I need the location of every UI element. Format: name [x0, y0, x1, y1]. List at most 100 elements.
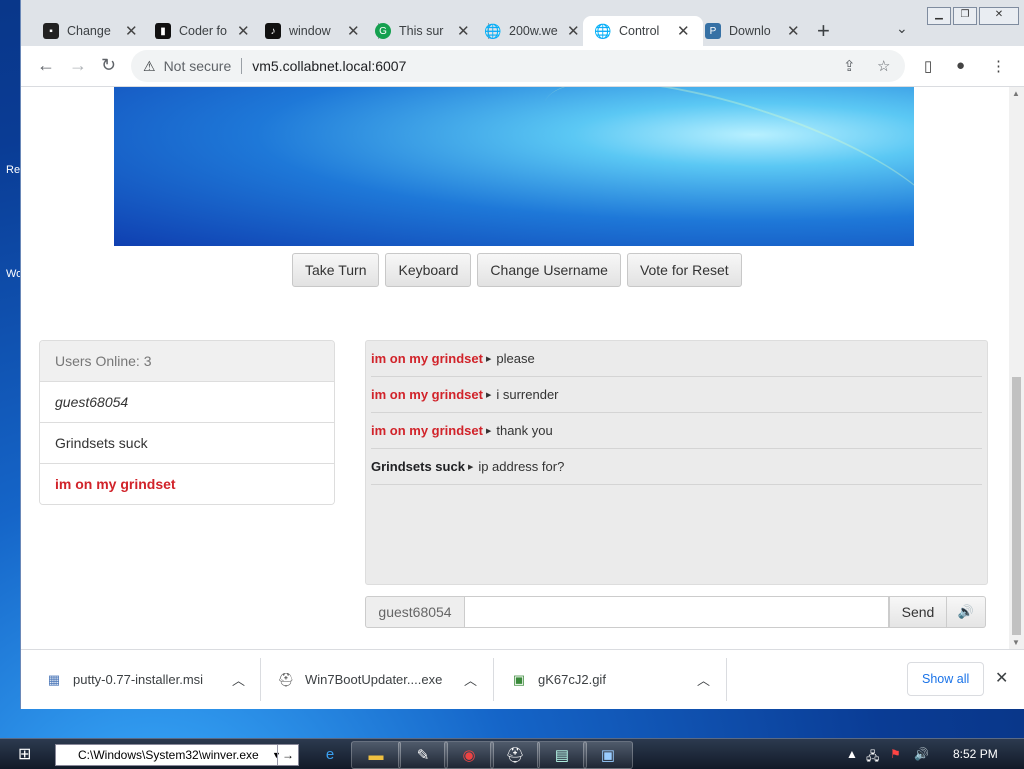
taskbar-clock[interactable]: 8:52 PM	[953, 747, 998, 761]
users-online-panel: Users Online: 3 guest68054 Grindsets suc…	[39, 340, 335, 505]
code-icon: ▮	[155, 23, 171, 39]
tab-control[interactable]: 🌐 Control ✕	[583, 16, 703, 46]
chat-username: im on my grindset	[371, 423, 483, 438]
chat-username-label: guest68054	[365, 596, 465, 628]
url-text[interactable]: vm5.collabnet.local:6007	[252, 58, 406, 74]
new-tab-plus-icon[interactable]: +	[817, 18, 830, 44]
windows-taskbar: ⊞ C:\Windows\System32\winver.exe ▼ → e ▬…	[0, 738, 1024, 769]
image-icon: ▣	[512, 671, 526, 687]
page-content: Take Turn Keyboard Change Username Vote …	[21, 87, 1009, 649]
take-turn-button[interactable]: Take Turn	[292, 253, 380, 287]
close-icon[interactable]: ✕	[457, 22, 470, 40]
share-icon[interactable]: ⇪	[843, 57, 856, 75]
action-center-flag-icon[interactable]: ⚑	[890, 747, 901, 761]
desktop-label-word[interactable]: Wo	[6, 268, 22, 280]
bookmark-star-icon[interactable]: ☆	[877, 57, 890, 75]
user-item[interactable]: guest68054	[40, 382, 334, 423]
tray-expand-icon[interactable]: ▲	[846, 747, 858, 761]
taskbar-address-toolbar[interactable]: C:\Windows\System32\winver.exe ▼ →	[55, 744, 299, 766]
close-icon[interactable]: ✕	[237, 22, 250, 40]
chevron-down-icon[interactable]: ⌄	[896, 20, 908, 37]
browser-window: ▪ Change ✕ ▮ Coder fo ✕ ♪ window ✕ G Thi…	[21, 0, 1024, 709]
tab-coder[interactable]: ▮ Coder fo ✕	[155, 16, 269, 46]
chat-message: im on my grindset ▶ please	[371, 341, 982, 377]
chat-message: im on my grindset ▶ i surrender	[371, 377, 982, 413]
vm-screen[interactable]	[114, 87, 914, 246]
scroll-up-icon[interactable]: ▲	[1012, 89, 1020, 98]
address-bar[interactable]: ⚠ Not secure vm5.collabnet.local:6007 ⇪ …	[131, 50, 905, 82]
network-icon[interactable]: 🖧	[866, 747, 879, 768]
msi-icon: ▦	[47, 671, 61, 687]
menu-kebab-icon[interactable]: ⋮	[991, 57, 1006, 75]
tab-label: 200w.we	[509, 24, 558, 38]
tab-label: Control	[619, 24, 660, 38]
globe-icon: 🌐	[484, 22, 502, 39]
maximize-button[interactable]: ❐	[953, 7, 977, 25]
security-label[interactable]: Not secure	[164, 58, 232, 74]
download-item[interactable]: ▦ putty-0.77-installer.msi ︿	[45, 650, 245, 709]
scroll-down-icon[interactable]: ▼	[1012, 638, 1020, 647]
page-scrollbar[interactable]: ▲ ▼	[1009, 87, 1024, 649]
chevron-up-icon[interactable]: ︿	[464, 670, 477, 689]
chevron-up-icon[interactable]: ︿	[697, 670, 710, 689]
tab-this-sur[interactable]: G This sur ✕	[375, 16, 489, 46]
paint-icon[interactable]: ✎	[398, 741, 448, 769]
divider	[493, 658, 494, 701]
forward-arrow-icon[interactable]: →	[69, 55, 87, 76]
chat-message: Grindsets suck ▶ ip address for?	[371, 449, 982, 485]
volume-icon[interactable]: 🔊	[947, 596, 986, 628]
show-all-button[interactable]: Show all	[907, 662, 985, 696]
chat-username: im on my grindset	[371, 351, 483, 366]
arrow-icon: ▶	[485, 355, 492, 363]
close-window-button[interactable]: ✕	[979, 7, 1019, 25]
helmet-app-icon[interactable]: ⛑	[490, 741, 540, 769]
vote-reset-button[interactable]: Vote for Reset	[626, 253, 742, 287]
desktop-label-recycle[interactable]: Re	[6, 164, 20, 176]
user-item[interactable]: im on my grindset	[40, 464, 334, 504]
tab-download[interactable]: P Downlo ✕	[705, 16, 817, 46]
chrome-icon[interactable]: ◉	[444, 741, 494, 769]
reload-icon[interactable]: ↻	[101, 55, 116, 76]
go-arrow-icon[interactable]: →	[277, 745, 298, 765]
volume-icon[interactable]: 🔊	[914, 747, 929, 761]
chat-message-input[interactable]	[465, 596, 889, 628]
chat-text: thank you	[496, 423, 553, 438]
back-arrow-icon[interactable]: ←	[37, 55, 55, 76]
user-item[interactable]: Grindsets suck	[40, 423, 334, 464]
grammarly-icon: G	[375, 23, 391, 39]
divider	[241, 58, 243, 74]
close-icon[interactable]: ✕	[787, 22, 800, 40]
address-text[interactable]: C:\Windows\System32\winver.exe	[56, 748, 268, 762]
chat-username: Grindsets suck	[371, 459, 465, 474]
chevron-up-icon[interactable]: ︿	[232, 670, 245, 689]
close-icon[interactable]: ✕	[125, 22, 138, 40]
notepad-icon[interactable]: ▤	[537, 741, 587, 769]
browser-toolbar: ← → ↻ ⚠ Not secure vm5.collabnet.local:6…	[21, 46, 1024, 87]
winver-icon[interactable]: ▣	[583, 741, 633, 769]
send-button[interactable]: Send	[889, 596, 947, 628]
keyboard-button[interactable]: Keyboard	[385, 253, 472, 287]
explorer-icon[interactable]: ▬	[351, 741, 401, 769]
close-icon[interactable]: ✕	[347, 22, 360, 40]
download-item[interactable]: ⛑ Win7BootUpdater....exe ︿	[277, 650, 477, 709]
minimize-button[interactable]: ▁	[927, 7, 951, 25]
tab-window[interactable]: ♪ window ✕	[265, 16, 379, 46]
close-icon[interactable]: ✕	[677, 22, 690, 40]
close-icon[interactable]: ✕	[995, 668, 1008, 688]
tab-change[interactable]: ▪ Change ✕	[43, 16, 157, 46]
profile-avatar-icon[interactable]: ●	[956, 57, 965, 74]
windows-start-icon[interactable]: ⊞	[18, 744, 31, 764]
edge-icon[interactable]: e	[306, 741, 354, 767]
close-icon[interactable]: ✕	[567, 22, 580, 40]
download-filename: Win7BootUpdater....exe	[305, 672, 443, 687]
tab-200w[interactable]: 🌐 200w.we ✕	[484, 16, 597, 46]
users-online-header: Users Online: 3	[40, 341, 334, 382]
change-username-button[interactable]: Change Username	[477, 253, 621, 287]
chat-text: ip address for?	[478, 459, 565, 474]
download-item[interactable]: ▣ gK67cJ2.gif ︿	[510, 650, 710, 709]
scroll-thumb[interactable]	[1012, 377, 1021, 635]
divider	[260, 658, 261, 701]
warning-icon[interactable]: ⚠	[143, 58, 156, 75]
chat-log[interactable]: im on my grindset ▶ please im on my grin…	[365, 340, 988, 585]
side-panel-icon[interactable]: ▯	[924, 57, 932, 75]
